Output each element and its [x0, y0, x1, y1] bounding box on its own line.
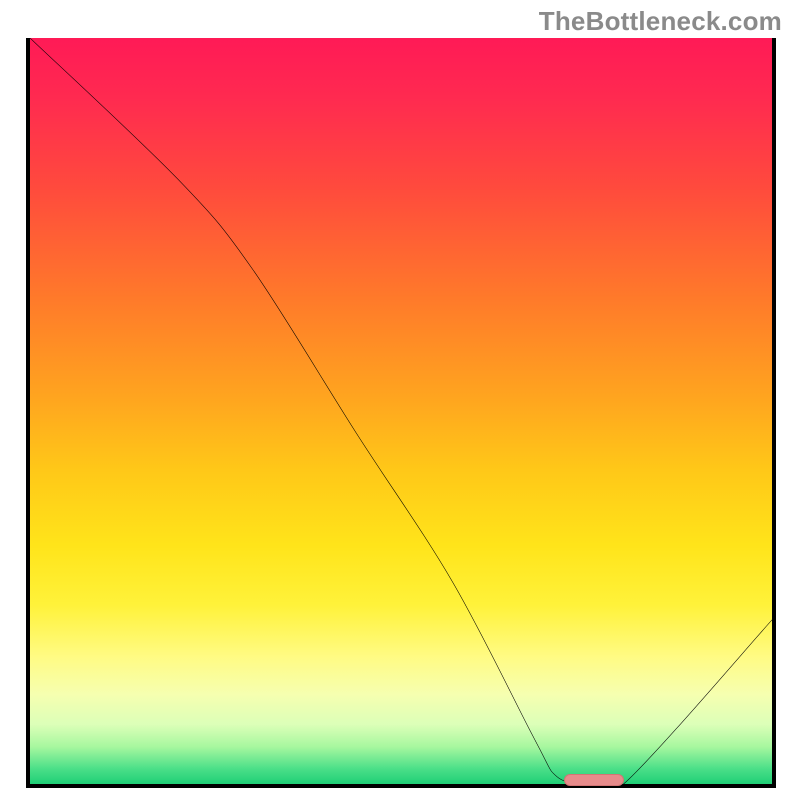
- optimal-range-marker: [564, 774, 623, 786]
- bottleneck-curve: [30, 38, 772, 784]
- bottleneck-chart: TheBottleneck.com: [0, 0, 800, 800]
- watermark-text: TheBottleneck.com: [539, 6, 782, 37]
- plot-area: [26, 38, 776, 788]
